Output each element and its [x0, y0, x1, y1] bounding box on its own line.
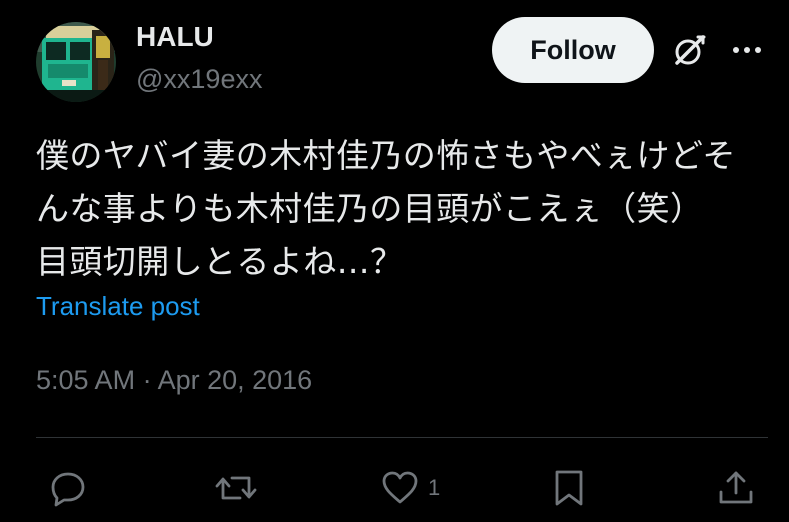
translate-post-link[interactable]: Translate post [36, 291, 200, 322]
like-icon [382, 471, 418, 504]
reply-button[interactable] [48, 468, 88, 508]
reply-icon [51, 472, 85, 507]
bookmark-icon [555, 470, 583, 506]
like-button[interactable]: 1 [380, 468, 440, 508]
avatar-image [36, 22, 116, 102]
grok-icon[interactable] [672, 32, 708, 68]
author-handle[interactable]: @xx19exx [136, 64, 262, 95]
repost-button[interactable] [214, 468, 258, 508]
bookmark-button[interactable] [551, 468, 587, 508]
like-count: 1 [428, 475, 441, 500]
divider [36, 437, 768, 438]
more-icon[interactable] [730, 38, 764, 62]
follow-button[interactable]: Follow [492, 17, 654, 83]
post-text-line: 目頭切開しとるよね…？ [36, 242, 404, 281]
author-display-name[interactable]: HALU [136, 21, 214, 53]
post-text-line: んな事よりも木村佳乃の目頭がこえぇ（笑） [36, 189, 704, 228]
post-timestamp[interactable]: 5:05 AM · Apr 20, 2016 [36, 365, 312, 396]
post-text-line: 僕のヤバイ妻の木村佳乃の怖さもやべぇけどそ [36, 136, 736, 175]
repost-icon [215, 476, 257, 500]
avatar[interactable] [36, 22, 116, 102]
post-text: 僕のヤバイ妻の木村佳乃の怖さもやべぇけどそ んな事よりも木村佳乃の目頭がこえぇ（… [36, 129, 776, 288]
share-icon [719, 471, 753, 504]
share-button[interactable] [716, 468, 756, 508]
post-card: HALU @xx19exx Follow 僕のヤバイ妻の木村佳乃の怖さもやべぇけ… [0, 0, 789, 522]
